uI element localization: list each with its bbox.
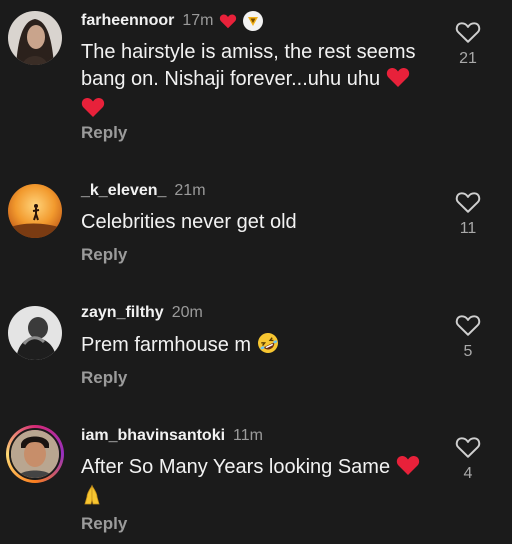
like-heart-icon[interactable]: [455, 190, 481, 214]
like-heart-icon[interactable]: [455, 313, 481, 337]
username[interactable]: _k_eleven_: [81, 182, 166, 200]
like-control: 11: [452, 190, 484, 238]
like-heart-icon[interactable]: [455, 435, 481, 459]
comment-meta: iam_bhavinsantoki 11m: [81, 425, 263, 447]
like-count: 4: [463, 465, 473, 482]
creator-badge-icon: [243, 11, 264, 31]
red-heart-emoji-icon: [396, 454, 420, 484]
like-control: 5: [452, 313, 484, 361]
comment-text: Prem farmhouse m: [81, 332, 431, 362]
comment-text: After So Many Years looking Same: [81, 454, 431, 514]
comment-meta: zayn_filthy 20m: [81, 302, 203, 324]
story-ring-avatar[interactable]: [6, 425, 64, 483]
like-count: 5: [463, 343, 473, 360]
red-heart-emoji-icon: [81, 96, 105, 126]
timestamp: 21m: [174, 182, 206, 199]
like-count: 11: [459, 220, 477, 237]
reply-button[interactable]: Reply: [81, 245, 127, 265]
avatar[interactable]: [8, 11, 62, 65]
folded-hands-emoji-icon: [81, 484, 103, 514]
rolling-laughing-emoji-icon: [257, 332, 279, 362]
red-heart-emoji-icon: [386, 66, 410, 96]
reply-button[interactable]: Reply: [81, 368, 127, 388]
timestamp: 17m: [182, 12, 214, 29]
like-heart-icon[interactable]: [455, 20, 481, 44]
reply-button[interactable]: Reply: [81, 123, 127, 143]
avatar[interactable]: [8, 184, 62, 238]
like-control: 4: [452, 435, 484, 483]
comment-meta: _k_eleven_ 21m: [81, 180, 206, 202]
timestamp: 11m: [233, 427, 263, 444]
username[interactable]: zayn_filthy: [81, 304, 164, 322]
comment-text: The hairstyle is amiss, the rest seems b…: [81, 39, 431, 126]
comment-meta: farheennoor 17m: [81, 10, 264, 32]
reply-button[interactable]: Reply: [81, 514, 127, 534]
username[interactable]: iam_bhavinsantoki: [81, 427, 225, 445]
comment-text: Celebrities never get old: [81, 211, 297, 233]
avatar[interactable]: [8, 306, 62, 360]
liked-by-author-heart-icon: [219, 13, 237, 29]
username[interactable]: farheennoor: [81, 12, 174, 30]
like-count: 21: [459, 50, 477, 67]
like-control: 21: [452, 20, 484, 68]
timestamp: 20m: [171, 304, 203, 321]
